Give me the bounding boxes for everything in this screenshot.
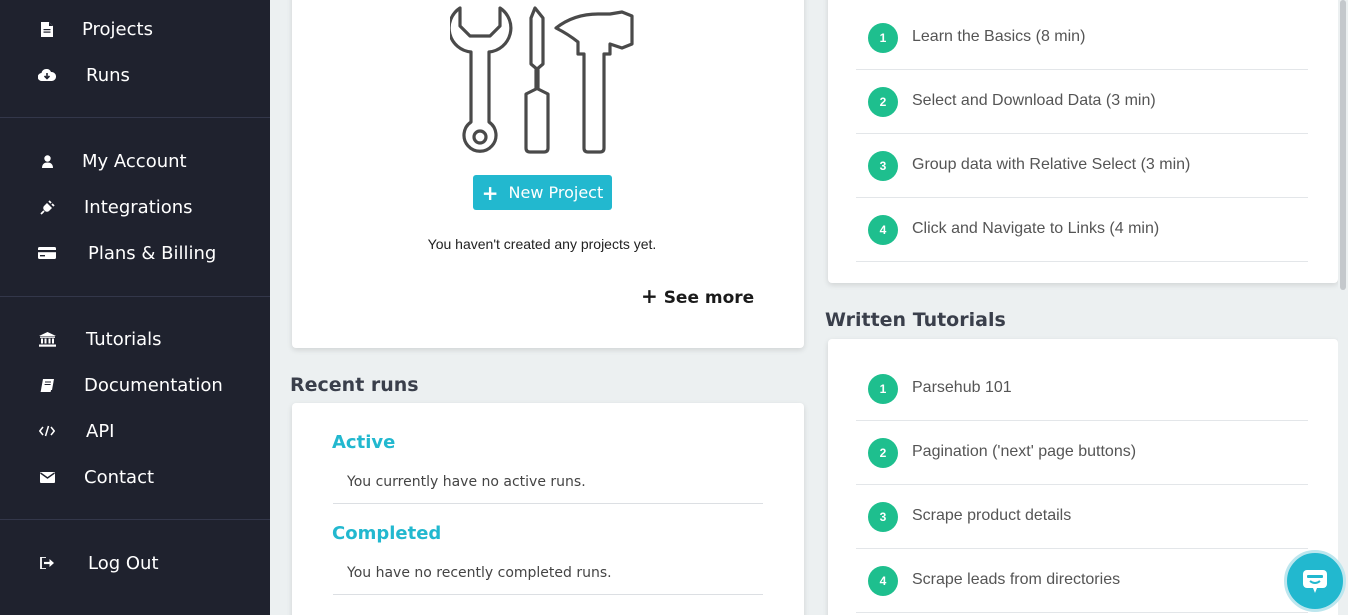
cloud-download-icon	[38, 66, 56, 84]
user-icon	[38, 152, 56, 170]
sidebar-item-label: Tutorials	[86, 328, 162, 350]
tutorial-item[interactable]: 4 Scrape leads from directories	[856, 549, 1308, 613]
book-icon	[38, 376, 56, 394]
envelope-icon	[38, 468, 56, 486]
active-runs-heading: Active	[332, 432, 396, 453]
see-more-label: See more	[663, 288, 755, 308]
new-project-label: New Project	[508, 183, 604, 202]
recent-runs-title: Recent runs	[290, 374, 419, 396]
tutorial-number-badge: 3	[868, 502, 898, 532]
tutorial-number-badge: 2	[868, 438, 898, 468]
sidebar-item-contact[interactable]: Contact	[0, 457, 270, 497]
tutorial-item[interactable]: 1 Parsehub 101	[856, 357, 1308, 421]
sidebar-divider	[0, 519, 270, 520]
wrench-icon	[450, 6, 513, 153]
code-icon	[38, 422, 56, 440]
credit-card-icon	[38, 244, 56, 262]
sidebar-item-label: API	[86, 420, 115, 442]
screwdriver-icon	[524, 6, 550, 154]
tutorial-number-badge: 2	[868, 87, 898, 117]
runs-divider	[333, 594, 763, 595]
sidebar-item-label: Integrations	[84, 196, 193, 218]
tutorial-link[interactable]: Pagination ('next' page buttons)	[912, 443, 1136, 461]
sidebar-item-api[interactable]: API	[0, 411, 270, 451]
tutorial-link[interactable]: Select and Download Data (3 min)	[912, 92, 1156, 110]
plus-icon: +	[481, 180, 499, 205]
sign-out-icon	[38, 554, 56, 572]
sidebar-item-log-out[interactable]: Log Out	[0, 543, 270, 583]
tutorial-link[interactable]: Parsehub 101	[912, 379, 1012, 397]
plus-icon: +	[641, 284, 658, 308]
file-icon	[38, 20, 56, 38]
tutorial-link[interactable]: Learn the Basics (8 min)	[912, 28, 1085, 46]
sidebar: Projects Runs My Account Integrations Pl…	[0, 0, 270, 615]
tutorial-divider	[856, 612, 1308, 613]
tutorial-item[interactable]: 2 Pagination ('next' page buttons)	[856, 421, 1308, 485]
tutorial-item[interactable]: 2 Select and Download Data (3 min)	[856, 70, 1308, 134]
sidebar-item-label: Log Out	[88, 552, 159, 574]
plug-icon	[38, 198, 56, 216]
completed-runs-message: You have no recently completed runs.	[347, 565, 612, 581]
tutorial-link[interactable]: Click and Navigate to Links (4 min)	[912, 220, 1159, 238]
chat-widget-button[interactable]	[1284, 550, 1346, 612]
tutorial-item[interactable]: 3 Group data with Relative Select (3 min…	[856, 134, 1308, 198]
tutorial-number-badge: 1	[868, 374, 898, 404]
tutorial-item[interactable]: 1 Learn the Basics (8 min)	[856, 6, 1308, 70]
tools-illustration	[450, 6, 634, 154]
sidebar-item-label: My Account	[82, 150, 187, 172]
hammer-icon	[554, 10, 634, 154]
tutorial-number-badge: 4	[868, 215, 898, 245]
new-project-button[interactable]: + New Project	[473, 175, 612, 210]
tutorial-number-badge: 3	[868, 151, 898, 181]
chat-icon	[1303, 570, 1327, 593]
completed-runs-heading: Completed	[332, 523, 442, 544]
tutorial-link[interactable]: Group data with Relative Select (3 min)	[912, 156, 1190, 174]
sidebar-item-projects[interactable]: Projects	[0, 9, 270, 49]
tutorial-number-badge: 4	[868, 566, 898, 596]
tutorial-divider	[856, 261, 1308, 262]
sidebar-item-my-account[interactable]: My Account	[0, 141, 270, 181]
sidebar-item-plans-billing[interactable]: Plans & Billing	[0, 233, 270, 273]
scrollbar-thumb[interactable]	[1340, 0, 1346, 290]
sidebar-item-tutorials[interactable]: Tutorials	[0, 319, 270, 359]
sidebar-divider	[0, 117, 270, 118]
tutorial-item[interactable]: 4 Click and Navigate to Links (4 min)	[856, 198, 1308, 262]
sidebar-item-label: Contact	[84, 466, 155, 488]
active-runs-message: You currently have no active runs.	[347, 474, 586, 490]
sidebar-item-label: Plans & Billing	[88, 242, 217, 264]
sidebar-item-label: Runs	[86, 64, 130, 86]
sidebar-item-label: Projects	[82, 18, 153, 40]
tutorial-number-badge: 1	[868, 23, 898, 53]
sidebar-item-documentation[interactable]: Documentation	[0, 365, 270, 405]
sidebar-item-label: Documentation	[84, 374, 223, 396]
sidebar-divider	[0, 296, 270, 297]
projects-empty-message: You haven't created any projects yet.	[427, 236, 657, 252]
tutorial-link[interactable]: Scrape leads from directories	[912, 571, 1120, 589]
bank-icon	[38, 330, 56, 348]
tutorial-item[interactable]: 3 Scrape product details	[856, 485, 1308, 549]
see-more-link[interactable]: + See more	[641, 284, 754, 308]
sidebar-item-runs[interactable]: Runs	[0, 55, 270, 95]
written-tutorials-title: Written Tutorials	[825, 309, 1006, 331]
runs-divider	[333, 503, 763, 504]
tutorial-link[interactable]: Scrape product details	[912, 507, 1071, 525]
sidebar-item-integrations[interactable]: Integrations	[0, 187, 270, 227]
